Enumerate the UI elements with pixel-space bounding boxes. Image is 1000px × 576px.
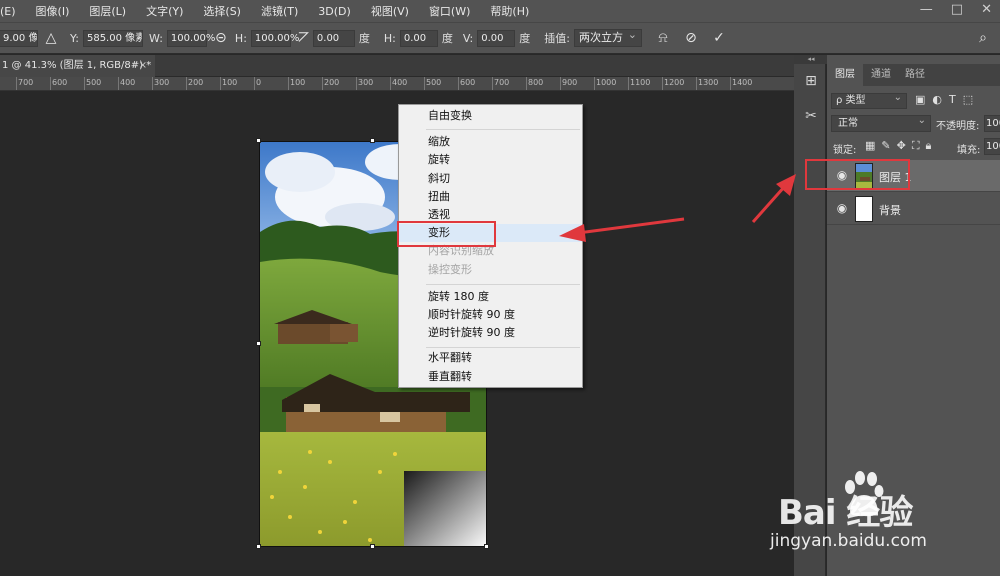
watermark-brand: Bai 经验 bbox=[778, 493, 913, 533]
baidu-jingyan-watermark: Bai 经验 jingyan.baidu.com bbox=[770, 465, 1000, 575]
watermark-url: jingyan.baidu.com bbox=[770, 531, 927, 551]
photoshop-window: (E) 图像(I) 图层(L) 文字(Y) 选择(S) 滤镜(T) 3D(D) … bbox=[0, 0, 1000, 576]
annotation-arrow-to-layer bbox=[751, 174, 796, 223]
annotation-arrow-to-warp bbox=[559, 217, 685, 242]
